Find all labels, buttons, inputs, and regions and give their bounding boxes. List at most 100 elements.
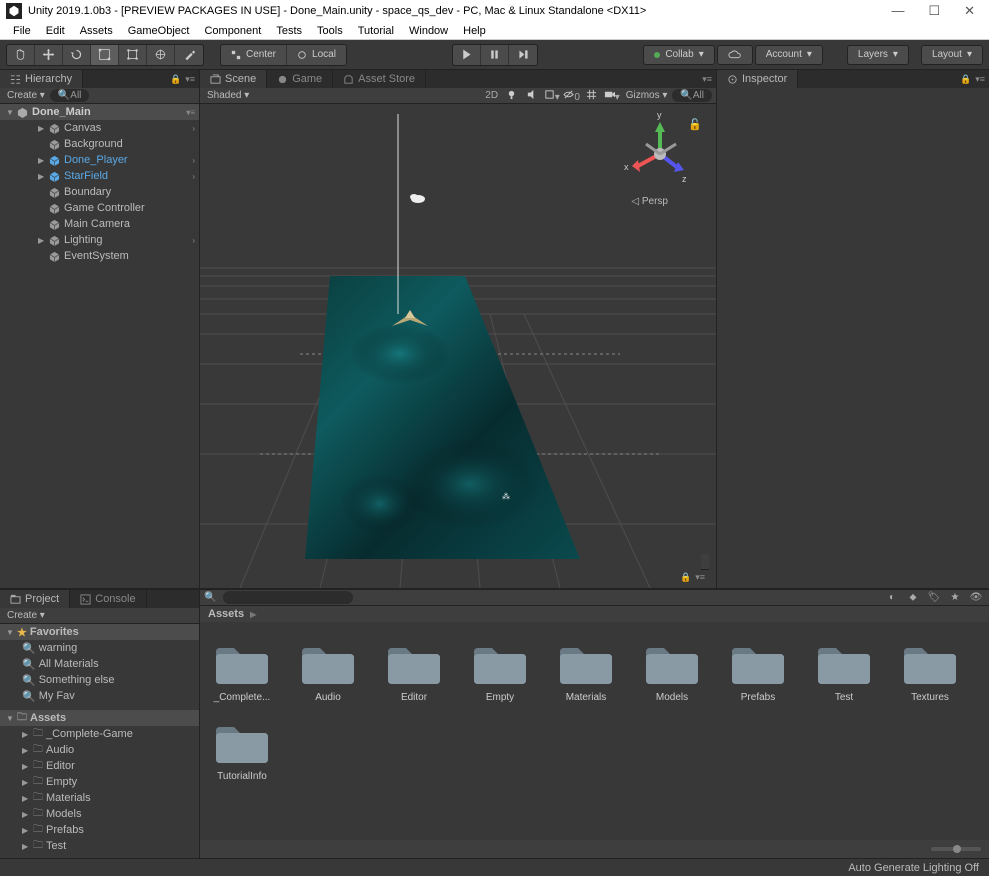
layout-dropdown[interactable]: Layout ▾ xyxy=(921,45,983,65)
thumbnail-size-slider[interactable] xyxy=(931,847,981,851)
asset-folder[interactable]: TutorialInfo xyxy=(210,721,274,782)
assets-header[interactable]: ▼🗀Assets xyxy=(0,710,199,726)
tab-hierarchy[interactable]: Hierarchy xyxy=(0,70,83,88)
asset-tree-item[interactable]: ▶🗀Prefabs xyxy=(0,822,199,838)
asset-folder[interactable]: Test xyxy=(812,642,876,703)
rect-tool[interactable] xyxy=(119,45,147,65)
close-button[interactable]: ✕ xyxy=(964,3,975,19)
hidden-packages-icon[interactable]: 👁 xyxy=(967,592,985,603)
project-search[interactable] xyxy=(223,591,353,604)
tab-console[interactable]: Console xyxy=(70,590,146,608)
tab-scene[interactable]: Scene xyxy=(200,70,267,88)
asset-tree-item[interactable]: ▶🗀Models xyxy=(0,806,199,822)
scene-root[interactable]: ▼ Done_Main ▾≡ xyxy=(0,104,199,120)
tab-game[interactable]: Game xyxy=(267,70,333,88)
menu-tutorial[interactable]: Tutorial xyxy=(351,24,401,38)
menu-help[interactable]: Help xyxy=(456,24,493,38)
hierarchy-item[interactable]: ▶StarField› xyxy=(0,168,199,184)
layers-dropdown[interactable]: Layers ▾ xyxy=(847,45,909,65)
camera-settings[interactable]: ▾ xyxy=(603,89,621,103)
gizmos-dropdown[interactable]: Gizmos ▾ xyxy=(623,90,671,101)
step-button[interactable] xyxy=(509,45,537,65)
hierarchy-item[interactable]: ▶Canvas› xyxy=(0,120,199,136)
rotate-tool[interactable] xyxy=(63,45,91,65)
hierarchy-item[interactable]: Game Controller xyxy=(0,200,199,216)
collab-dropdown[interactable]: Collab ▾ xyxy=(643,45,714,65)
pause-button[interactable] xyxy=(481,45,509,65)
projection-label[interactable]: ◁ Persp xyxy=(631,196,668,207)
project-create-dropdown[interactable]: Create ▾ xyxy=(4,610,48,621)
asset-folder[interactable]: Prefabs xyxy=(726,642,790,703)
breadcrumb[interactable]: Assets▶ xyxy=(200,606,989,622)
menu-file[interactable]: File xyxy=(6,24,38,38)
hand-tool[interactable] xyxy=(7,45,35,65)
hierarchy-item[interactable]: Boundary xyxy=(0,184,199,200)
asset-folder[interactable]: Editor xyxy=(382,642,446,703)
maximize-button[interactable]: ☐ xyxy=(928,3,940,19)
project-lock-icon[interactable]: 🔒 xyxy=(680,572,691,583)
favorite-item[interactable]: 🔍All Materials xyxy=(0,656,199,672)
asset-folder[interactable]: Materials xyxy=(554,642,618,703)
scene-menu-icon[interactable]: ▾≡ xyxy=(186,108,195,117)
scene-panel-menu-icon[interactable]: ▾≡ xyxy=(702,74,712,85)
hierarchy-item[interactable]: Background xyxy=(0,136,199,152)
pivot-center[interactable]: Center xyxy=(221,45,286,65)
hierarchy-search[interactable]: 🔍All xyxy=(50,89,90,102)
hierarchy-item[interactable]: ▶Done_Player› xyxy=(0,152,199,168)
hierarchy-item[interactable]: ▶Lighting› xyxy=(0,232,199,248)
gizmo-lock-icon[interactable]: 🔓 xyxy=(688,118,702,131)
menu-tools[interactable]: Tools xyxy=(310,24,350,38)
tab-inspector[interactable]: Inspector xyxy=(717,70,798,88)
hierarchy-item[interactable]: EventSystem xyxy=(0,248,199,264)
play-button[interactable] xyxy=(453,45,481,65)
menu-edit[interactable]: Edit xyxy=(39,24,72,38)
account-dropdown[interactable]: Account ▾ xyxy=(755,45,823,65)
asset-folder[interactable]: Textures xyxy=(898,642,962,703)
audio-toggle[interactable] xyxy=(523,89,541,103)
lighting-toggle[interactable] xyxy=(503,89,521,103)
custom-tool[interactable] xyxy=(175,45,203,65)
scene-viewport[interactable]: ⁂ y x z ◁ Persp 🔓 xyxy=(200,104,716,588)
cloud-button[interactable] xyxy=(717,45,753,65)
mode-2d[interactable]: 2D xyxy=(483,90,501,101)
filter-type-icon[interactable]: ⬥ xyxy=(904,592,922,603)
asset-tree-item[interactable]: ▶🗀Materials xyxy=(0,790,199,806)
asset-folder[interactable]: _Complete... xyxy=(210,642,274,703)
menu-assets[interactable]: Assets xyxy=(73,24,120,38)
save-filter-icon[interactable]: ★ xyxy=(946,592,964,603)
menu-window[interactable]: Window xyxy=(402,24,455,38)
asset-folder[interactable]: Empty xyxy=(468,642,532,703)
menu-component[interactable]: Component xyxy=(197,24,268,38)
tab-project[interactable]: Project xyxy=(0,590,70,608)
minimize-button[interactable]: — xyxy=(891,3,904,19)
hidden-count[interactable]: 0 xyxy=(563,89,581,103)
asset-folder[interactable]: Models xyxy=(640,642,704,703)
favorite-item[interactable]: 🔍warning xyxy=(0,640,199,656)
fx-toggle[interactable]: ▾ xyxy=(543,89,561,103)
filter-icon[interactable]: ◐ xyxy=(883,592,901,603)
favorite-item[interactable]: 🔍Something else xyxy=(0,672,199,688)
scene-search[interactable]: 🔍All xyxy=(672,89,712,102)
asset-tree-item[interactable]: ▶🗀_Complete-Game xyxy=(0,726,199,742)
panel-lock-icon[interactable]: 🔒 xyxy=(170,74,181,85)
inspector-lock-icon[interactable]: 🔒 xyxy=(960,74,971,85)
pivot-local[interactable]: Local xyxy=(286,45,346,65)
asset-tree-item[interactable]: ▶🗀Test xyxy=(0,838,199,854)
panel-menu-icon[interactable]: ▾≡ xyxy=(185,74,195,85)
asset-tree-item[interactable]: ▶🗀Empty xyxy=(0,774,199,790)
asset-tree-item[interactable]: ▶🗀Audio xyxy=(0,742,199,758)
inspector-menu-icon[interactable]: ▾≡ xyxy=(975,74,985,85)
move-tool[interactable] xyxy=(35,45,63,65)
tab-asset-store[interactable]: Asset Store xyxy=(333,70,426,88)
shading-dropdown[interactable]: Shaded ▾ xyxy=(204,90,252,101)
favorite-item[interactable]: 🔍My Fav xyxy=(0,688,199,704)
multi-tool[interactable] xyxy=(147,45,175,65)
project-menu-icon[interactable]: ▾≡ xyxy=(695,572,705,583)
favorites-header[interactable]: ▼★Favorites xyxy=(0,624,199,640)
asset-folder[interactable]: Audio xyxy=(296,642,360,703)
menu-tests[interactable]: Tests xyxy=(269,24,309,38)
create-dropdown[interactable]: Create ▾ xyxy=(4,90,48,101)
hierarchy-item[interactable]: Main Camera xyxy=(0,216,199,232)
scale-tool[interactable] xyxy=(91,45,119,65)
asset-tree-item[interactable]: ▶🗀Editor xyxy=(0,758,199,774)
